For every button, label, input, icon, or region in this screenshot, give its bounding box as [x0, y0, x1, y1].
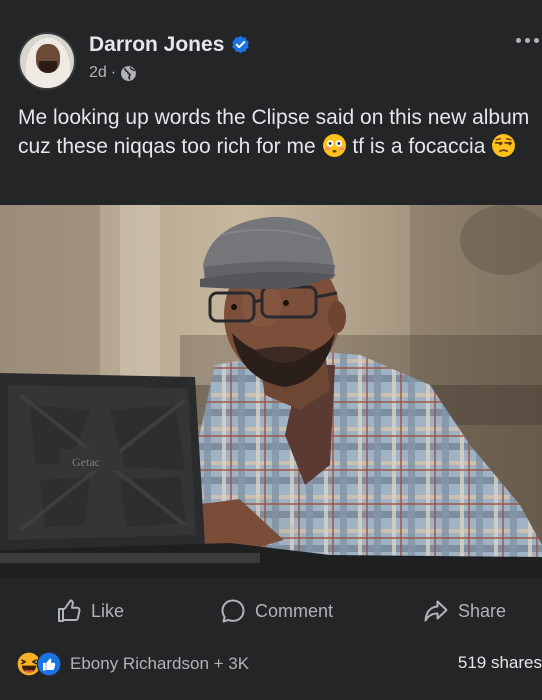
comment-label: Comment: [255, 600, 334, 621]
like-button[interactable]: Like: [55, 590, 124, 632]
post-meta: 2d ·: [89, 64, 137, 82]
post-text: Me looking up words the Clipse said on t…: [18, 104, 530, 161]
unamused-face-emoji-icon: [492, 133, 516, 157]
thumbs-up-icon: [58, 599, 81, 622]
post-photo[interactable]: Getac: [0, 205, 542, 577]
share-button[interactable]: Share: [422, 590, 506, 632]
comment-bubble-icon: [221, 599, 245, 623]
post-header: Darron Jones 2d ·: [0, 0, 542, 96]
share-label: Share: [458, 600, 507, 621]
post-text-question: tf is a focaccia: [352, 134, 486, 158]
shares-count[interactable]: 519 shares: [458, 653, 542, 673]
author-name[interactable]: Darron Jones: [89, 33, 224, 57]
photo-illustration: Getac: [0, 205, 542, 577]
reactions-summary[interactable]: Ebony Richardson + 3K: [16, 651, 249, 677]
like-reaction-icon: [36, 651, 62, 677]
author-avatar[interactable]: [18, 32, 76, 90]
reaction-icons: [16, 651, 68, 677]
more-options-icon[interactable]: [516, 38, 539, 43]
meta-separator: ·: [110, 64, 117, 81]
post-time[interactable]: 2d: [89, 64, 107, 82]
laptop-brand-label: Getac: [72, 455, 100, 469]
comment-button[interactable]: Comment: [219, 590, 333, 632]
flushed-face-emoji-icon: [322, 133, 346, 157]
reaction-summary-text: Ebony Richardson + 3K: [70, 654, 250, 673]
share-arrow-icon: [424, 600, 448, 622]
verified-badge-icon: [232, 35, 249, 54]
like-label: Like: [91, 600, 125, 621]
globe-icon: [121, 65, 137, 81]
post-actions-bar: Like Comment Share: [0, 590, 542, 632]
